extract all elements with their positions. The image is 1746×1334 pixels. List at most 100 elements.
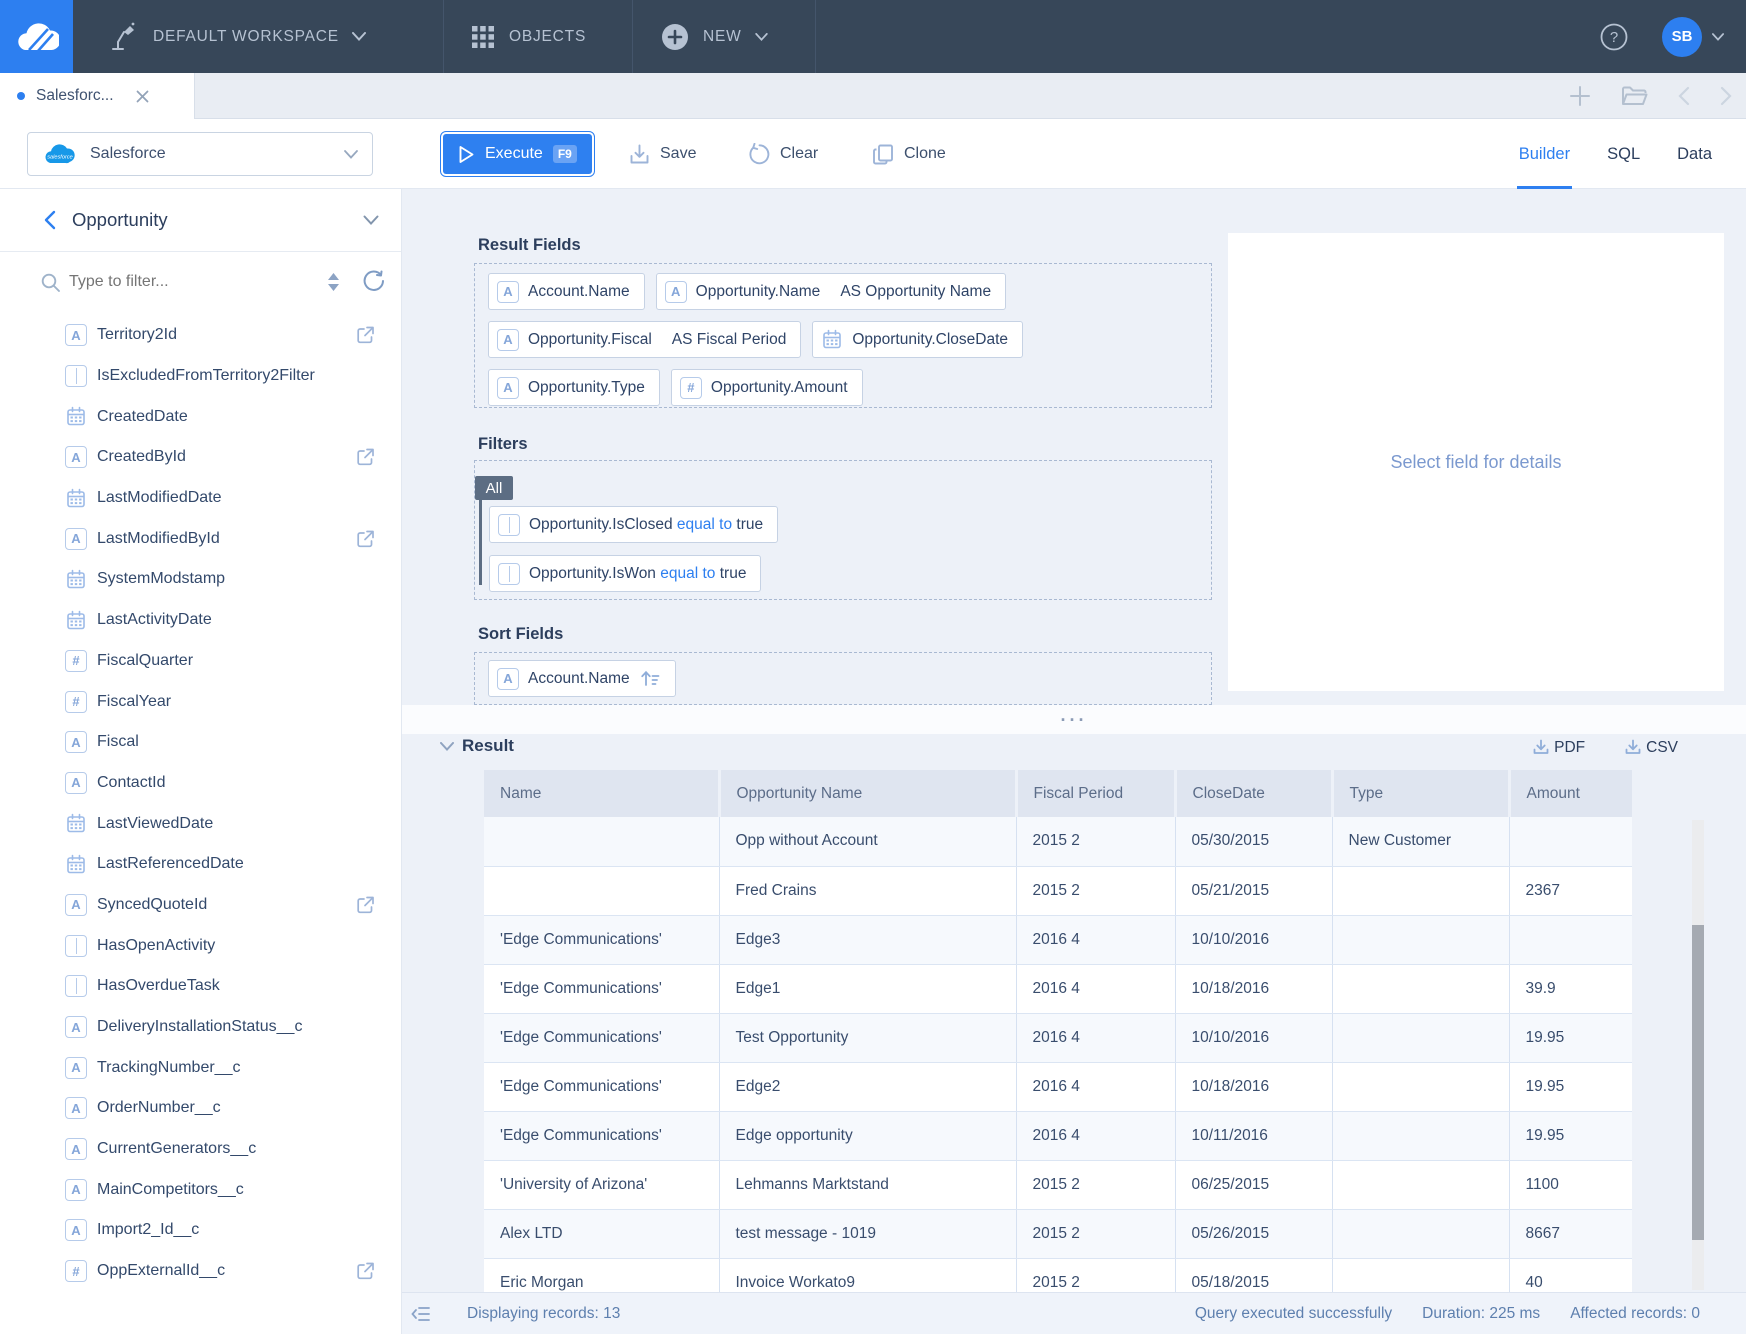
object-chevron-down-icon[interactable] (363, 215, 379, 225)
table-row[interactable]: Fred Crains2015 205/21/20152367 (484, 866, 1632, 915)
field-item-FiscalQuarter[interactable]: #FiscalQuarter (0, 641, 401, 682)
field-chip-Account.Name[interactable]: AAccount.Name (488, 660, 676, 697)
export-csv-button[interactable]: CSV (1623, 738, 1678, 758)
view-tab-data[interactable]: Data (1677, 119, 1712, 189)
export-pdf-button[interactable]: PDF (1531, 738, 1585, 758)
table-row[interactable]: 'Edge Communications'Edge22016 410/18/20… (484, 1062, 1632, 1111)
collapse-result-chevron-icon[interactable] (440, 742, 454, 751)
filters-dropzone[interactable]: All Opportunity.IsClosed equal to true Op… (474, 460, 1212, 600)
table-row[interactable]: 'Edge Communications'Edge opportunity201… (484, 1111, 1632, 1160)
workspace-menu[interactable]: DEFAULT WORKSPACE (106, 0, 366, 73)
objects-menu[interactable]: OBJECTS (470, 0, 586, 73)
avatar[interactable]: SB (1662, 17, 1702, 57)
result-fields-dropzone[interactable]: AAccount.Name AOpportunity.NameAS Opportu… (474, 263, 1212, 408)
field-item-MainCompetitors__c[interactable]: AMainCompetitors__c (0, 1169, 401, 1210)
column-header-opportunity-name[interactable]: Opportunity Name (719, 770, 1016, 817)
table-row[interactable]: 'University of Arizona'Lehmanns Marktsta… (484, 1160, 1632, 1209)
filter-value[interactable]: true (732, 516, 763, 533)
field-item-OrderNumber__c[interactable]: AOrderNumber__c (0, 1088, 401, 1129)
external-link-icon[interactable] (355, 528, 376, 549)
execute-button[interactable]: Execute F9 (440, 131, 595, 177)
external-link-icon[interactable] (355, 325, 376, 346)
filter-operator[interactable]: equal to (677, 516, 732, 533)
external-link-icon[interactable] (355, 447, 376, 468)
external-link-icon[interactable] (355, 894, 376, 915)
field-item-LastModifiedById[interactable]: ALastModifiedById (0, 518, 401, 559)
clear-button[interactable]: Clear (748, 131, 818, 177)
column-header-closedate[interactable]: CloseDate (1175, 770, 1332, 817)
field-item-LastReferencedDate[interactable]: LastReferencedDate (0, 844, 401, 885)
scrollbar-thumb[interactable] (1692, 925, 1704, 1240)
panel-toggle-icon[interactable] (410, 1303, 432, 1325)
field-item-OppExternalId__c[interactable]: #OppExternalId__c (0, 1251, 401, 1292)
app-logo[interactable] (0, 0, 73, 73)
view-tab-builder[interactable]: Builder (1519, 119, 1570, 189)
text-field-icon: A (497, 329, 519, 351)
field-chip-Account.Name[interactable]: AAccount.Name (488, 273, 645, 310)
panel-splitter-handle[interactable]: ··· (402, 705, 1746, 734)
table-row[interactable]: 'Edge Communications'Edge32016 410/10/20… (484, 915, 1632, 964)
table-row[interactable]: Alex LTDtest message - 10192015 205/26/2… (484, 1209, 1632, 1258)
field-chip-Opportunity.Amount[interactable]: #Opportunity.Amount (671, 369, 863, 406)
field-chip-Opportunity.Name[interactable]: AOpportunity.NameAS Opportunity Name (656, 273, 1006, 310)
field-item-SyncedQuoteId[interactable]: ASyncedQuoteId (0, 885, 401, 926)
column-header-fiscal-period[interactable]: Fiscal Period (1016, 770, 1175, 817)
filter-operator[interactable]: equal to (660, 565, 715, 582)
field-item-SystemModstamp[interactable]: SystemModstamp (0, 559, 401, 600)
field-item-CreatedById[interactable]: ACreatedById (0, 437, 401, 478)
sort-fields-dropzone[interactable]: AAccount.Name (474, 652, 1212, 705)
field-item-TrackingNumber__c[interactable]: ATrackingNumber__c (0, 1047, 401, 1088)
field-item-HasOpenActivity[interactable]: HasOpenActivity (0, 925, 401, 966)
column-header-type[interactable]: Type (1332, 770, 1509, 817)
back-chevron-icon[interactable] (43, 210, 56, 230)
close-tab-icon[interactable] (136, 90, 149, 103)
account-chevron-down-icon[interactable] (1712, 33, 1724, 41)
save-button[interactable]: Save (628, 131, 696, 177)
connector-select[interactable]: salesforce Salesforce (27, 132, 373, 176)
history-forward-icon[interactable] (1720, 86, 1732, 106)
field-item-LastViewedDate[interactable]: LastViewedDate (0, 803, 401, 844)
field-item-IsExcludedFromTerritory2Filter[interactable]: IsExcludedFromTerritory2Filter (0, 356, 401, 397)
column-header-amount[interactable]: Amount (1509, 770, 1632, 817)
filter-chip-Opportunity.IsWon[interactable]: Opportunity.IsWon equal to true (489, 555, 761, 592)
open-saved-query-folder-icon[interactable] (1621, 85, 1648, 107)
field-item-ContactId[interactable]: AContactId (0, 763, 401, 804)
external-link-icon[interactable] (355, 1261, 376, 1282)
column-header-name[interactable]: Name (484, 770, 719, 817)
field-filter-input[interactable] (69, 273, 326, 291)
field-item-FiscalYear[interactable]: #FiscalYear (0, 681, 401, 722)
field-item-LastModifiedDate[interactable]: LastModifiedDate (0, 478, 401, 519)
filter-chip-Opportunity.IsClosed[interactable]: Opportunity.IsClosed equal to true (489, 506, 778, 543)
filter-logic-badge[interactable]: All (475, 476, 513, 500)
field-item-LastActivityDate[interactable]: LastActivityDate (0, 600, 401, 641)
field-item-HasOverdueTask[interactable]: HasOverdueTask (0, 966, 401, 1007)
sort-ascending-icon[interactable] (639, 669, 661, 688)
field-chip-Opportunity.Fiscal[interactable]: AOpportunity.FiscalAS Fiscal Period (488, 321, 801, 358)
add-tab-icon[interactable] (1569, 85, 1591, 107)
view-tab-sql[interactable]: SQL (1607, 119, 1640, 189)
help-icon[interactable]: ? (1600, 23, 1628, 51)
table-row[interactable]: Eric MorganInvoice Workato92015 205/18/2… (484, 1258, 1632, 1292)
field-item-CurrentGenerators__c[interactable]: ACurrentGenerators__c (0, 1129, 401, 1170)
filter-value[interactable]: true (715, 565, 746, 582)
field-item-Import2_Id__c[interactable]: AImport2_Id__c (0, 1210, 401, 1251)
clone-button[interactable]: Clone (872, 131, 946, 177)
field-item-Territory2Id[interactable]: ATerritory2Id (0, 315, 401, 356)
field-item-DeliveryInstallationStatus__c[interactable]: ADeliveryInstallationStatus__c (0, 1007, 401, 1048)
sort-fields-toggle-icon[interactable] (326, 272, 341, 292)
table-cell: 1100 (1509, 1160, 1632, 1209)
refresh-icon[interactable] (361, 270, 385, 294)
history-back-icon[interactable] (1678, 86, 1690, 106)
field-chip-Opportunity.CloseDate[interactable]: Opportunity.CloseDate (812, 321, 1023, 358)
field-chip-Opportunity.Type[interactable]: AOpportunity.Type (488, 369, 660, 406)
table-row[interactable]: Opp without Account2015 205/30/2015New C… (484, 817, 1632, 866)
table-cell: 'Edge Communications' (484, 1013, 719, 1062)
field-item-CreatedDate[interactable]: CreatedDate (0, 396, 401, 437)
tab-salesforce-query[interactable]: Salesforc... (0, 73, 195, 119)
table-row[interactable]: 'Edge Communications'Test Opportunity201… (484, 1013, 1632, 1062)
calendar-field-icon (65, 487, 87, 509)
field-item-Fiscal[interactable]: AFiscal (0, 722, 401, 763)
result-scrollbar[interactable] (1692, 820, 1704, 1290)
new-menu[interactable]: NEW (660, 0, 768, 73)
table-row[interactable]: 'Edge Communications'Edge12016 410/18/20… (484, 964, 1632, 1013)
